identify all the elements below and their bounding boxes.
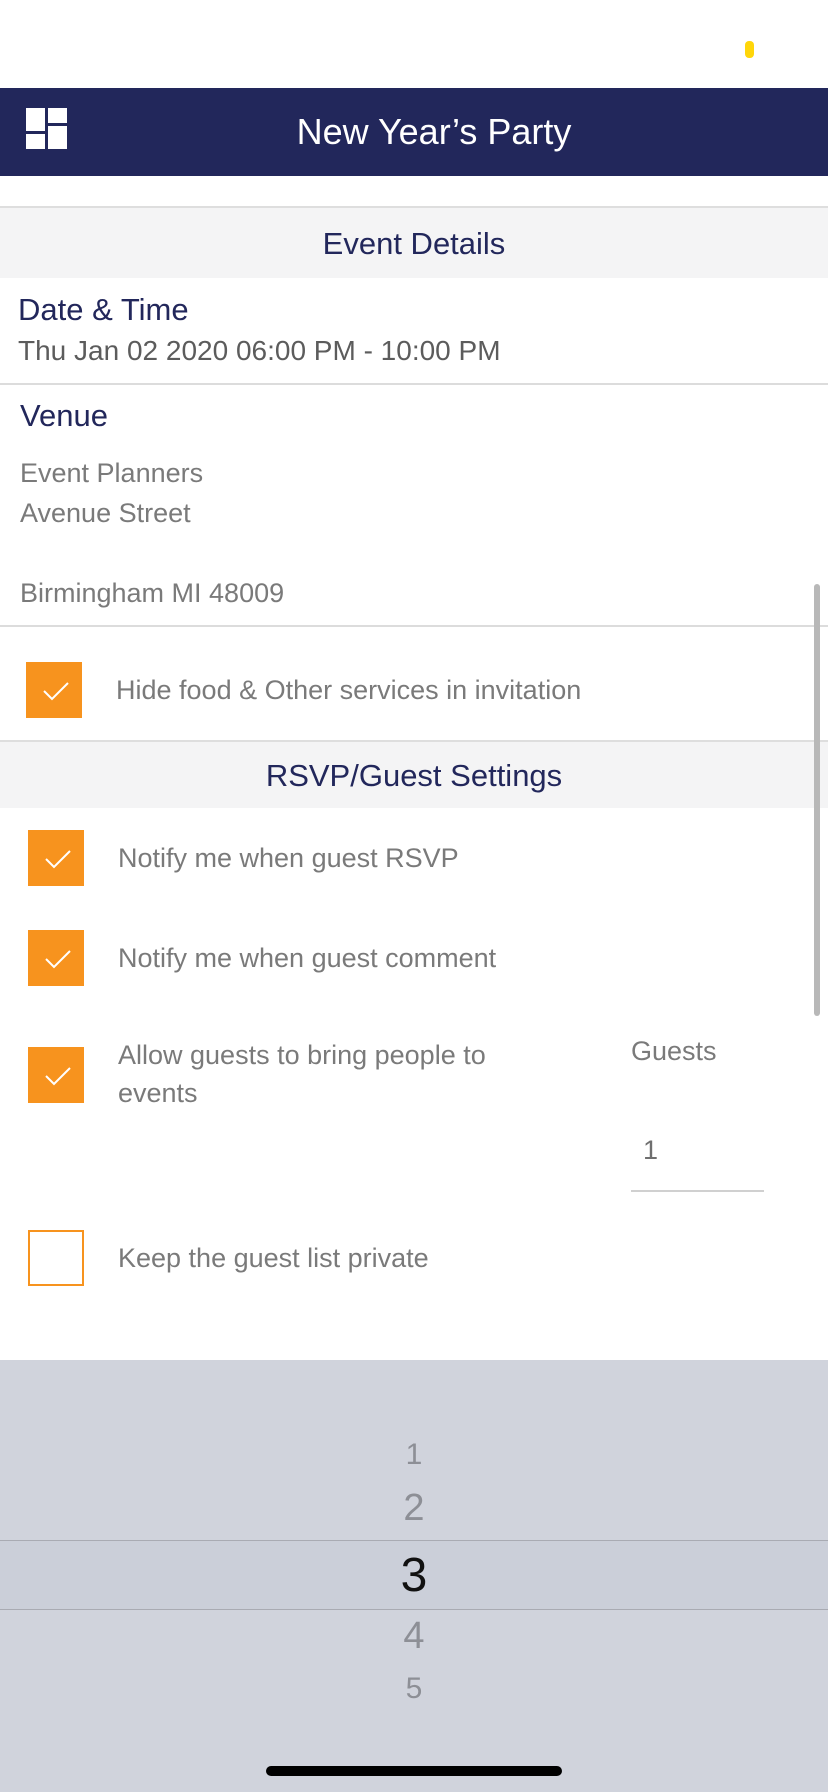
divider [0, 625, 828, 627]
allow-plus-ones-checkbox[interactable] [28, 1047, 84, 1103]
status-indicator-dot [745, 41, 754, 58]
notify-comment-checkbox[interactable] [28, 930, 84, 986]
picker-option[interactable]: 4 [0, 1615, 828, 1658]
guests-count-value: 1 [643, 1135, 659, 1165]
checkmark-icon [45, 850, 71, 869]
private-guest-list-label: Keep the guest list private [118, 1243, 429, 1273]
hide-food-checkbox[interactable] [26, 662, 82, 718]
hide-food-label: Hide food & Other services in invitation [116, 675, 582, 705]
private-guest-list-checkbox[interactable] [28, 1230, 84, 1286]
checkmark-icon [43, 682, 69, 701]
notify-rsvp-label: Notify me when guest RSVP [118, 843, 459, 873]
home-indicator [266, 1766, 562, 1776]
divider [0, 383, 828, 385]
venue-line-3: Birmingham MI 48009 [20, 578, 285, 608]
picker-option[interactable]: 5 [0, 1672, 828, 1706]
number-picker[interactable]: 1 2 3 4 5 [0, 1360, 828, 1792]
guests-count-field[interactable]: 1 [631, 1112, 764, 1192]
picker-option[interactable]: 1 [0, 1438, 828, 1472]
checkmark-icon [45, 1067, 71, 1086]
scroll-indicator[interactable] [814, 584, 820, 1016]
allow-plus-ones-label: Allow guests to bring people to events [118, 1040, 486, 1108]
section-header-event-details: Event Details [0, 206, 828, 278]
venue-line-2: Avenue Street [20, 498, 191, 528]
guests-label: Guests [631, 1036, 717, 1066]
picker-option-selected[interactable]: 3 [0, 1548, 828, 1603]
page-title: New Year’s Party [296, 111, 572, 152]
checkmark-icon [45, 950, 71, 969]
venue-label: Venue [20, 398, 108, 433]
date-time-value: Thu Jan 02 2020 06:00 PM - 10:00 PM [18, 335, 501, 366]
status-bar [0, 0, 828, 88]
section-header-rsvp-guest-settings: RSVP/Guest Settings [0, 740, 828, 808]
picker-option[interactable]: 2 [0, 1487, 828, 1530]
top-navbar: New Year’s Party [0, 88, 828, 176]
date-time-label: Date & Time [18, 292, 189, 327]
venue-line-1: Event Planners [20, 458, 204, 488]
notify-rsvp-checkbox[interactable] [28, 830, 84, 886]
notify-comment-label: Notify me when guest comment [118, 943, 497, 973]
